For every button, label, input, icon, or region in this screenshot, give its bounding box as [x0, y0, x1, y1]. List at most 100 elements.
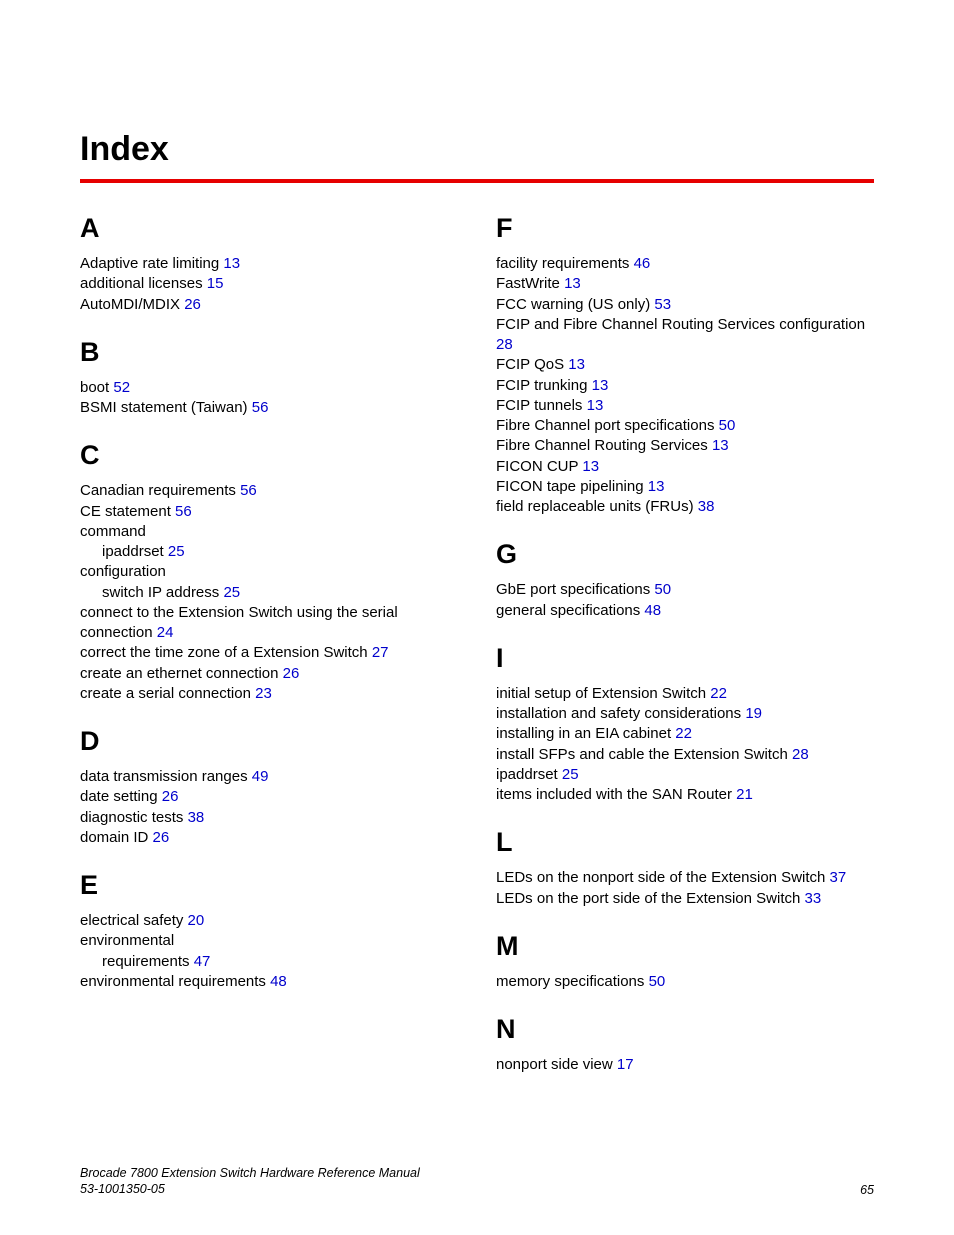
- index-entries: memory specifications 50: [496, 972, 874, 992]
- index-page-link[interactable]: 27: [372, 644, 389, 661]
- index-entry-text: FCIP QoS: [496, 356, 568, 373]
- index-page-link[interactable]: 52: [113, 379, 130, 396]
- index-entry-text: items included with the SAN Router: [496, 786, 736, 803]
- index-entry-text: Canadian requirements: [80, 482, 240, 499]
- index-entry: requirements 47: [80, 952, 458, 972]
- index-page-link[interactable]: 13: [564, 275, 581, 292]
- index-letter: F: [496, 213, 874, 244]
- index-entry: Canadian requirements 56: [80, 481, 458, 501]
- index-entry-text: requirements: [102, 953, 194, 970]
- index-page-link[interactable]: 22: [675, 725, 692, 742]
- index-entry: memory specifications 50: [496, 972, 874, 992]
- index-page-link[interactable]: 37: [830, 869, 847, 886]
- index-page-link[interactable]: 13: [582, 458, 599, 475]
- index-entry-text: FICON CUP: [496, 458, 582, 475]
- index-entry-text: FICON tape pipelining: [496, 478, 648, 495]
- index-page-link[interactable]: 25: [562, 766, 579, 783]
- index-letter: C: [80, 440, 458, 471]
- index-page-link[interactable]: 26: [153, 829, 170, 846]
- index-entry: ipaddrset 25: [80, 542, 458, 562]
- index-page-link[interactable]: 56: [240, 482, 257, 499]
- index-page-link[interactable]: 23: [255, 685, 272, 702]
- index-columns: AAdaptive rate limiting 13additional lic…: [80, 213, 874, 1075]
- index-page-link[interactable]: 48: [270, 973, 287, 990]
- index-entries: LEDs on the nonport side of the Extensio…: [496, 868, 874, 909]
- index-page-link[interactable]: 25: [223, 584, 240, 601]
- index-page-link[interactable]: 50: [654, 581, 671, 598]
- index-entry: configuration: [80, 562, 458, 582]
- index-entry-text: LEDs on the port side of the Extension S…: [496, 890, 805, 907]
- index-page-link[interactable]: 47: [194, 953, 211, 970]
- footer: Brocade 7800 Extension Switch Hardware R…: [80, 1165, 874, 1198]
- index-page-link[interactable]: 53: [654, 296, 671, 313]
- index-entries: electrical safety 20environmentalrequire…: [80, 911, 458, 992]
- index-entry-text: field replaceable units (FRUs): [496, 498, 698, 515]
- index-page-link[interactable]: 25: [168, 543, 185, 560]
- index-page-link[interactable]: 50: [719, 417, 736, 434]
- index-page-link[interactable]: 21: [736, 786, 753, 803]
- index-page-link[interactable]: 22: [710, 685, 727, 702]
- index-letter: B: [80, 337, 458, 368]
- index-entry: FCIP tunnels 13: [496, 396, 874, 416]
- index-page-link[interactable]: 13: [712, 437, 729, 454]
- index-page-link[interactable]: 56: [175, 503, 192, 520]
- index-page-link[interactable]: 50: [649, 973, 666, 990]
- index-entry: environmental: [80, 931, 458, 951]
- index-page-link[interactable]: 19: [745, 705, 762, 722]
- index-entry: FastWrite 13: [496, 274, 874, 294]
- index-entry: data transmission ranges 49: [80, 767, 458, 787]
- index-entry: FCIP and Fibre Channel Routing Services …: [496, 315, 874, 356]
- index-entry-text: domain ID: [80, 829, 153, 846]
- index-entry-text: Adaptive rate limiting: [80, 255, 223, 272]
- index-page-link[interactable]: 38: [188, 809, 205, 826]
- index-entry-text: FCIP tunnels: [496, 397, 587, 414]
- index-entry-text: connect to the Extension Switch using th…: [80, 604, 398, 641]
- index-page-link[interactable]: 20: [188, 912, 205, 929]
- index-page-link[interactable]: 26: [283, 665, 300, 682]
- index-entry-text: FCIP trunking: [496, 377, 592, 394]
- index-page-link[interactable]: 15: [207, 275, 224, 292]
- index-page-link[interactable]: 48: [644, 602, 661, 619]
- index-page-link[interactable]: 13: [648, 478, 665, 495]
- index-entry-text: install SFPs and cable the Extension Swi…: [496, 746, 792, 763]
- index-page-link[interactable]: 26: [162, 788, 179, 805]
- index-entry: Adaptive rate limiting 13: [80, 254, 458, 274]
- index-page-link[interactable]: 49: [252, 768, 269, 785]
- index-entry: BSMI statement (Taiwan) 56: [80, 398, 458, 418]
- index-entry-text: command: [80, 523, 146, 540]
- index-entry-text: data transmission ranges: [80, 768, 252, 785]
- index-entry: facility requirements 46: [496, 254, 874, 274]
- index-entry: FCC warning (US only) 53: [496, 295, 874, 315]
- index-entries: Canadian requirements 56CE statement 56c…: [80, 481, 458, 704]
- index-entry: installation and safety considerations 1…: [496, 704, 874, 724]
- index-page-link[interactable]: 46: [634, 255, 651, 272]
- index-entry: FCIP QoS 13: [496, 355, 874, 375]
- index-page-link[interactable]: 13: [568, 356, 585, 373]
- index-page-link[interactable]: 56: [252, 399, 269, 416]
- index-page-link[interactable]: 13: [223, 255, 240, 272]
- index-entry: FICON tape pipelining 13: [496, 477, 874, 497]
- index-entry-text: diagnostic tests: [80, 809, 188, 826]
- index-letter: E: [80, 870, 458, 901]
- index-entry-text: Fibre Channel port specifications: [496, 417, 719, 434]
- index-page-link[interactable]: 33: [805, 890, 822, 907]
- index-page-link[interactable]: 28: [792, 746, 809, 763]
- index-letter: N: [496, 1014, 874, 1045]
- index-page-link[interactable]: 26: [184, 296, 201, 313]
- index-letter: A: [80, 213, 458, 244]
- index-page-link[interactable]: 13: [587, 397, 604, 414]
- index-page-link[interactable]: 38: [698, 498, 715, 515]
- index-page-link[interactable]: 24: [157, 624, 174, 641]
- index-entry-text: boot: [80, 379, 113, 396]
- index-entry-text: switch IP address: [102, 584, 223, 601]
- index-entry-text: GbE port specifications: [496, 581, 654, 598]
- index-page-link[interactable]: 13: [592, 377, 609, 394]
- index-page-link[interactable]: 28: [496, 336, 513, 353]
- index-letter: L: [496, 827, 874, 858]
- index-entries: nonport side view 17: [496, 1055, 874, 1075]
- index-page-link[interactable]: 17: [617, 1056, 634, 1073]
- index-entry-text: environmental: [80, 932, 174, 949]
- index-letter: G: [496, 539, 874, 570]
- index-entries: facility requirements 46FastWrite 13FCC …: [496, 254, 874, 517]
- index-entry-text: FCIP and Fibre Channel Routing Services …: [496, 316, 865, 333]
